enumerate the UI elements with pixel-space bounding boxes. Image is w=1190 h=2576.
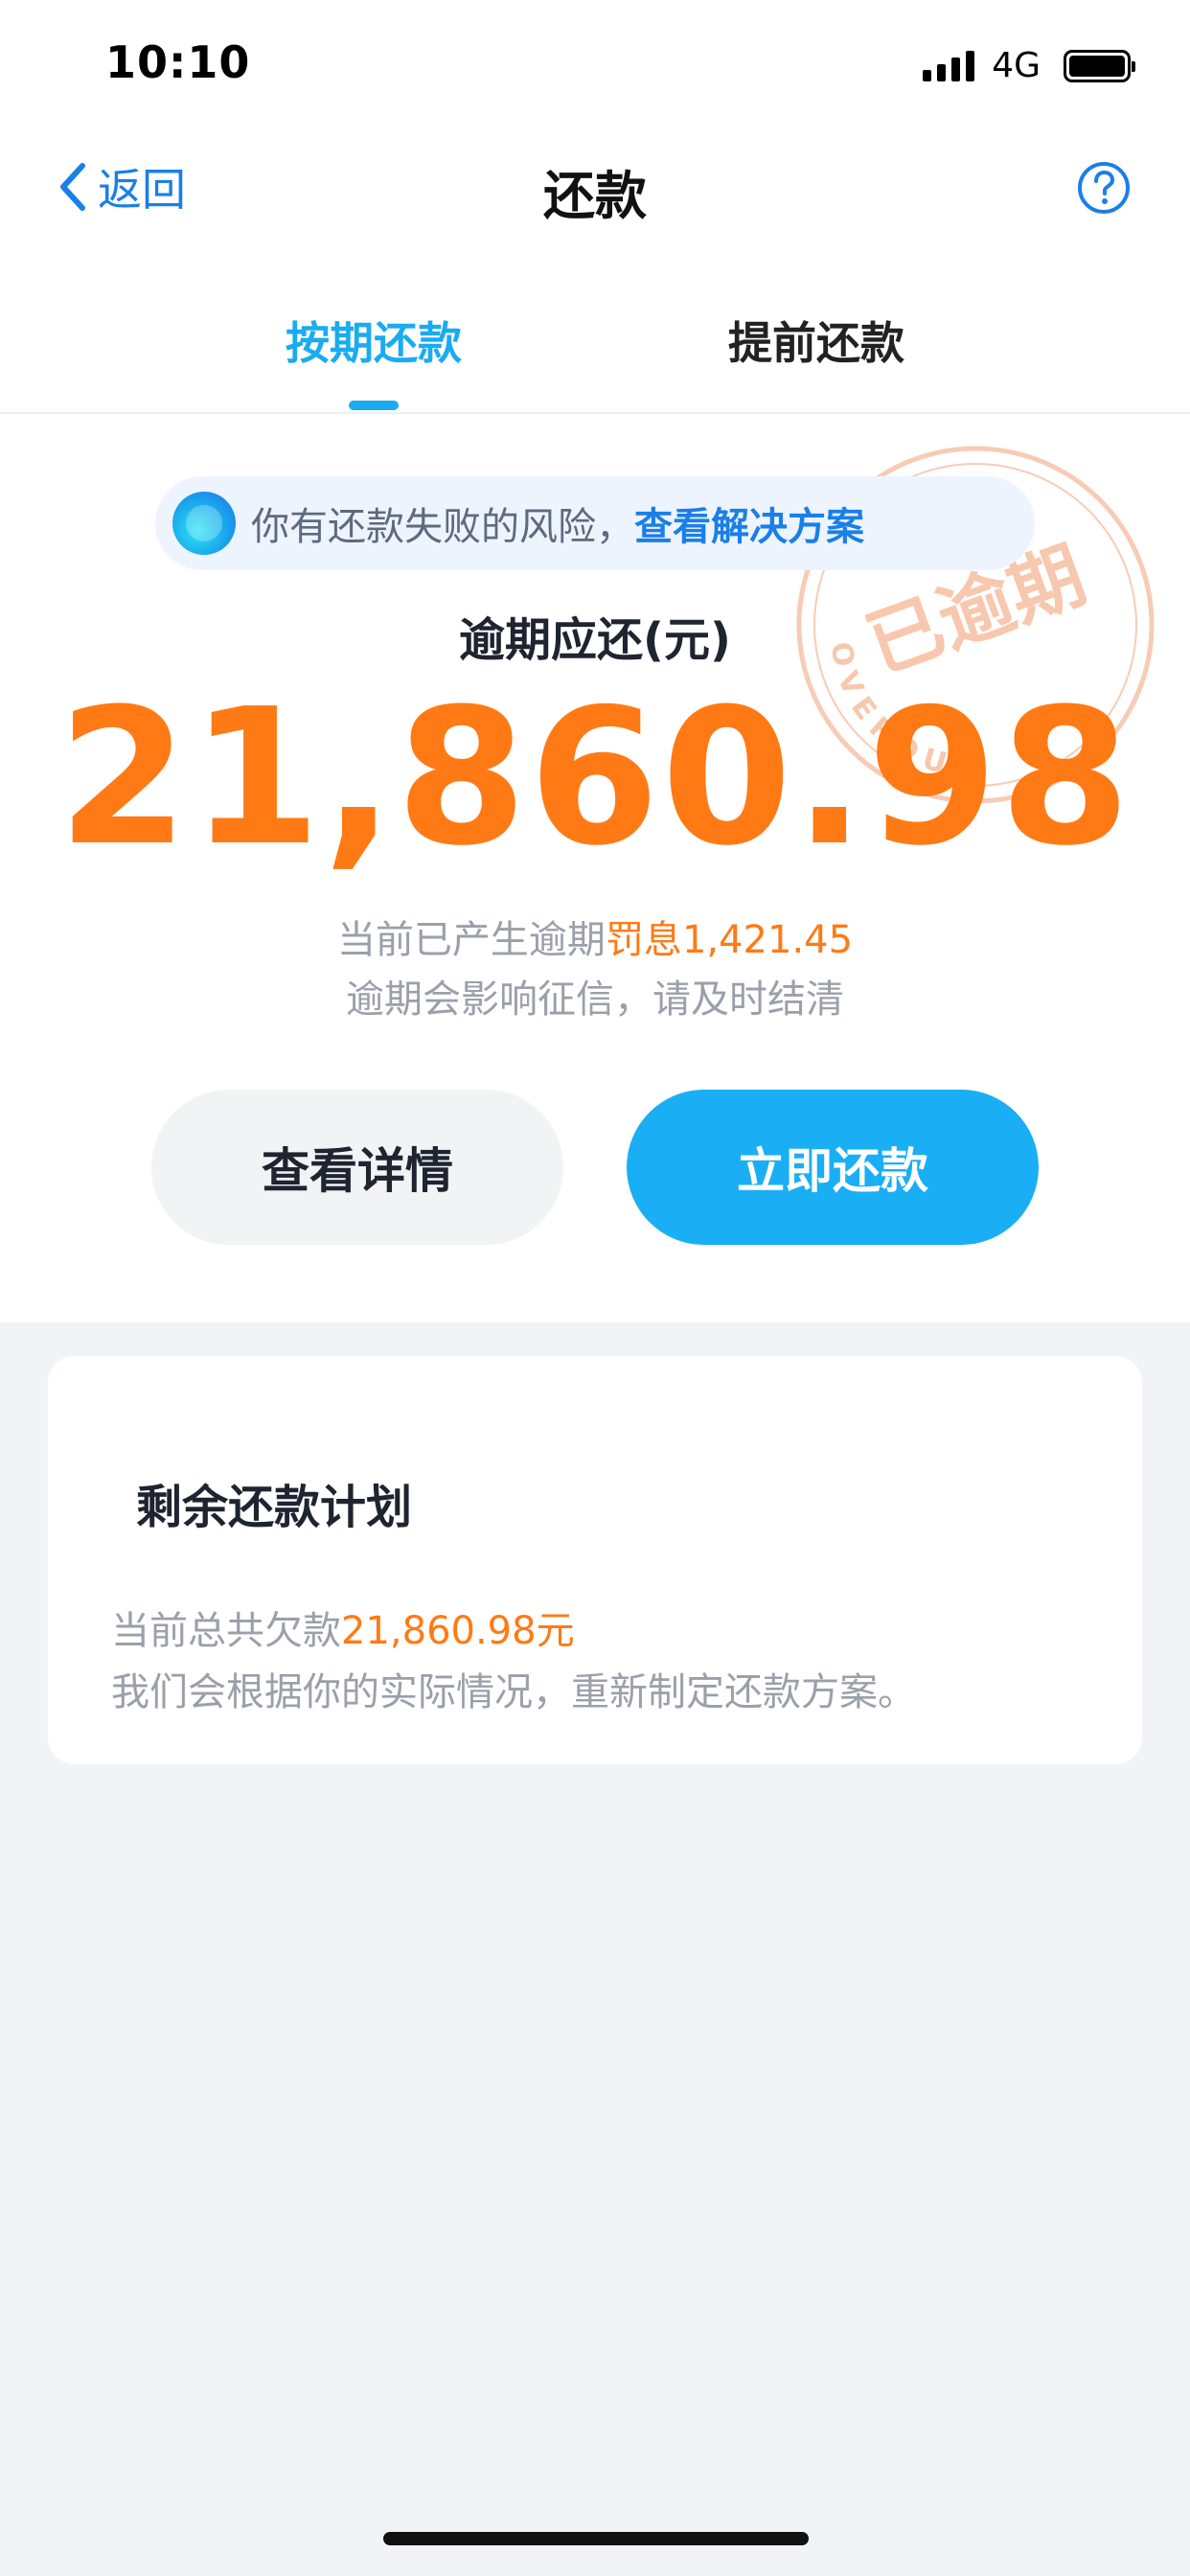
overdue-amount-label: 逾期应还(元) <box>459 613 731 667</box>
repayment-tabs: 按期还款 提前还款 <box>0 288 1190 414</box>
remaining-plan-card: 剩余还款计划 当前总共欠款21,860.98元 我们会根据你的实际情况，重新制定… <box>48 1356 1142 1764</box>
battery-icon <box>1064 49 1135 82</box>
home-indicator <box>383 2532 809 2545</box>
status-time: 10:10 <box>105 36 251 88</box>
penalty-amount: 1,421.45 <box>681 918 854 962</box>
penalty-label: 罚息 <box>605 918 682 962</box>
debt-prefix: 当前总共欠款 <box>111 1609 341 1653</box>
status-indicators: 4G <box>923 46 1135 85</box>
repayment-risk-banner[interactable]: 你有还款失败的风险， 查看解决方案 <box>155 476 1035 570</box>
credit-warning-text: 逾期会影响征信，请及时结清 <box>346 978 844 1022</box>
nav-bar: 返回 还款 <box>0 134 1190 244</box>
status-bar: 10:10 4G <box>0 0 1190 129</box>
page-title: 还款 <box>543 166 647 226</box>
network-type: 4G <box>992 46 1041 85</box>
plan-description: 我们会根据你的实际情况，重新制定还款方案。 <box>111 1670 916 1714</box>
penalty-prefix: 当前已产生逾期 <box>336 918 606 962</box>
tab-scheduled-repayment[interactable]: 按期还款 <box>286 309 462 372</box>
total-debt-text: 当前总共欠款21,860.98元 <box>111 1599 575 1655</box>
signal-icon <box>923 50 975 81</box>
help-icon[interactable] <box>1077 161 1131 215</box>
debt-amount: 21,860.98元 <box>341 1609 575 1653</box>
penalty-info: 当前已产生逾期罚息1,421.45 <box>0 908 1190 964</box>
repay-now-button[interactable]: 立即还款 <box>627 1090 1039 1245</box>
risk-banner-text: 你有还款失败的风险， <box>251 505 634 549</box>
overdue-amount-value: 21,860.98 <box>57 669 1133 887</box>
view-solution-link[interactable]: 查看解决方案 <box>634 495 864 551</box>
tab-early-repayment[interactable]: 提前还款 <box>728 309 904 372</box>
risk-alert-icon <box>172 492 236 555</box>
plan-title: 剩余还款计划 <box>136 1481 413 1534</box>
view-details-button[interactable]: 查看详情 <box>151 1090 563 1245</box>
active-tab-indicator <box>349 401 399 410</box>
